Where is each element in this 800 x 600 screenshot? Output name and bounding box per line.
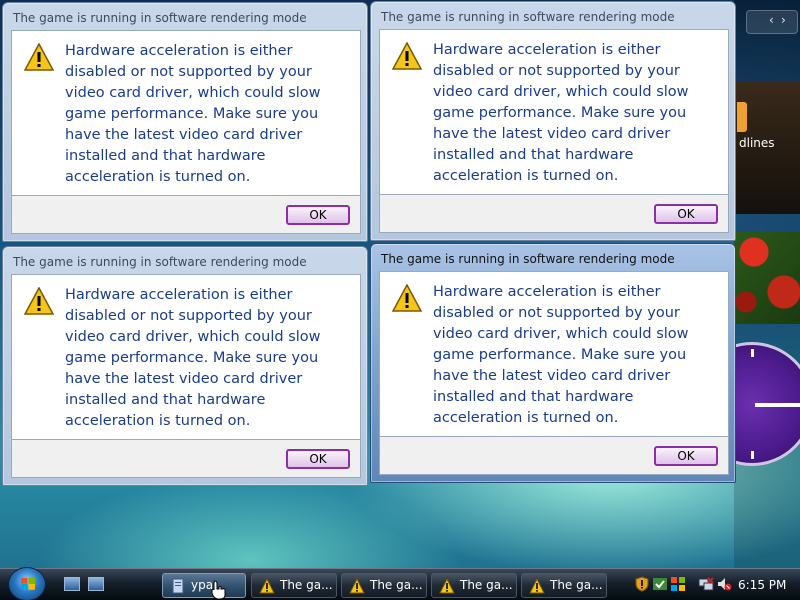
warning-icon	[24, 43, 54, 71]
warning-icon	[529, 578, 545, 594]
ok-button[interactable]: OK	[286, 449, 350, 469]
system-clock[interactable]: 6:15 PM	[738, 578, 786, 592]
clock-tick	[751, 349, 754, 357]
dialog-body: Hardware acceleration is either disabled…	[11, 30, 361, 196]
taskbar-button[interactable]: ypa	[162, 573, 246, 598]
start-button[interactable]	[8, 567, 46, 600]
taskbar-button-label: The ga...	[370, 578, 423, 592]
dialog-body: Hardware acceleration is either disabled…	[379, 29, 729, 195]
warning-icon	[24, 287, 54, 315]
notification-area: 6:15 PM	[628, 571, 800, 599]
dialog-footer: OK	[379, 195, 729, 233]
sidebar-next-button[interactable]: ›	[781, 13, 786, 27]
network-icon[interactable]	[698, 576, 714, 592]
dialog-title: The game is running in software renderin…	[381, 10, 675, 24]
warning-icon	[259, 578, 275, 594]
windows-logo-icon	[21, 578, 35, 590]
dialog-title: The game is running in software renderin…	[13, 11, 307, 25]
switch-windows-icon[interactable]	[88, 577, 104, 591]
warning-dialog-active[interactable]: The game is running in software renderin…	[370, 243, 736, 483]
taskbar: ypa The ga... The ga... The ga... The ga…	[0, 567, 800, 600]
dialog-body: Hardware acceleration is either disabled…	[379, 271, 729, 437]
hand-cursor-icon	[211, 580, 226, 600]
dialog-message: Hardware acceleration is either disabled…	[433, 284, 689, 426]
dialog-message: Hardware acceleration is either disabled…	[65, 43, 321, 185]
ok-button[interactable]: OK	[654, 204, 718, 224]
dialog-title: The game is running in software renderin…	[381, 252, 675, 266]
ok-button[interactable]: OK	[286, 205, 350, 225]
dialog-message: Hardware acceleration is either disabled…	[433, 42, 689, 184]
sidebar-nav[interactable]: ‹ ›	[746, 10, 798, 34]
taskbar-button-label: The ga...	[460, 578, 513, 592]
clock-hand	[755, 403, 800, 407]
taskbar-button[interactable]: The ga...	[431, 573, 517, 598]
clock-tick	[751, 451, 754, 459]
warning-icon	[439, 578, 455, 594]
warning-icon	[392, 284, 422, 312]
dialog-footer: OK	[379, 437, 729, 475]
warning-dialog[interactable]: The game is running in software renderin…	[2, 2, 368, 242]
taskbar-button[interactable]: The ga...	[521, 573, 607, 598]
volume-muted-icon[interactable]	[716, 576, 732, 592]
taskbar-button[interactable]: The ga...	[341, 573, 427, 598]
sidebar-prev-button[interactable]: ‹	[769, 13, 774, 27]
slideshow-gadget[interactable]	[734, 232, 800, 324]
taskbar-button-label: The ga...	[550, 578, 603, 592]
show-desktop-icon[interactable]	[64, 577, 80, 591]
warning-icon	[349, 578, 365, 594]
ok-button[interactable]: OK	[654, 446, 718, 466]
dialog-body: Hardware acceleration is either disabled…	[11, 274, 361, 440]
warning-dialog[interactable]: The game is running in software renderin…	[370, 1, 736, 241]
warning-icon	[392, 42, 422, 70]
checkmark-icon[interactable]	[652, 576, 668, 592]
taskbar-button[interactable]: The ga...	[251, 573, 337, 598]
security-shield-icon[interactable]	[634, 576, 650, 592]
windows-flag-icon[interactable]	[670, 576, 686, 592]
desktop: ‹ › dlines The game is running in softwa…	[0, 0, 800, 600]
rss-icon	[737, 102, 747, 132]
dialog-title: The game is running in software renderin…	[13, 255, 307, 269]
taskbar-button-label: The ga...	[280, 578, 333, 592]
feed-headlines-gadget[interactable]: dlines	[734, 82, 800, 214]
document-icon	[172, 578, 184, 594]
headlines-label: dlines	[739, 136, 775, 150]
warning-dialog[interactable]: The game is running in software renderin…	[2, 246, 368, 486]
dialog-message: Hardware acceleration is either disabled…	[65, 287, 321, 429]
dialog-footer: OK	[11, 196, 361, 234]
dialog-footer: OK	[11, 440, 361, 478]
